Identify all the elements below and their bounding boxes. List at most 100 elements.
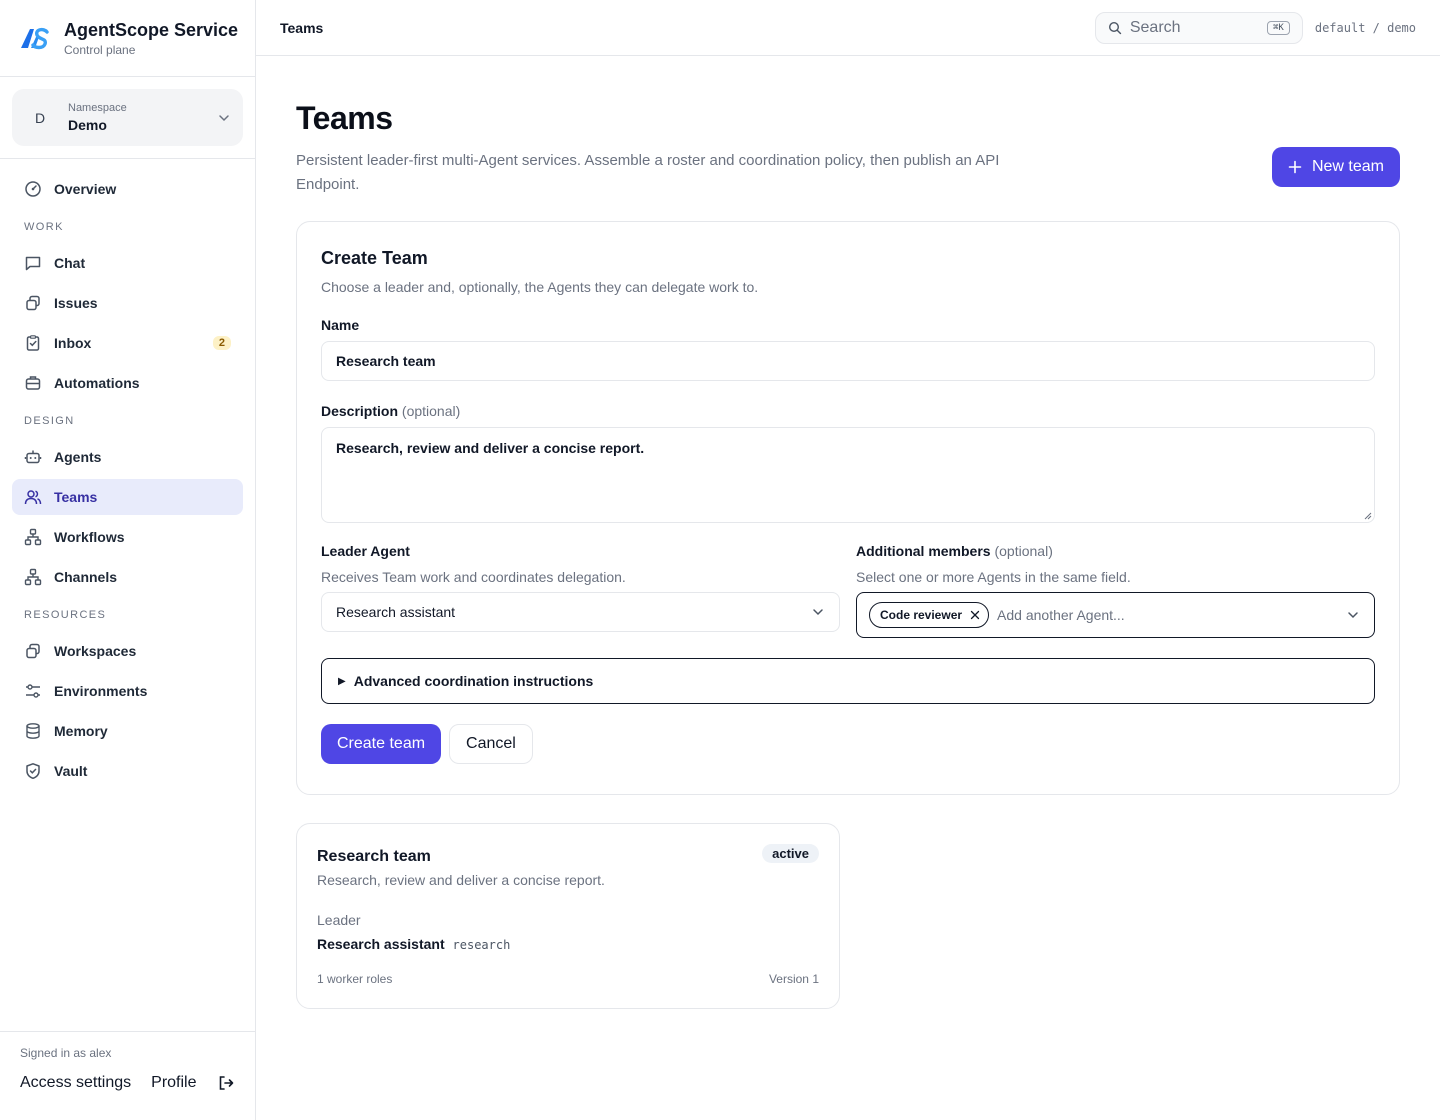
description-field[interactable]: Research, review and deliver a concise r… — [321, 427, 1375, 523]
workflow-icon — [24, 528, 42, 546]
topbar-title: Teams — [280, 19, 324, 36]
page-title: Teams — [296, 100, 393, 136]
members-label-text: Additional members — [856, 543, 991, 559]
robot-icon — [24, 450, 42, 464]
name-label: Name — [321, 317, 360, 333]
search-input[interactable]: Search ⌘K — [1094, 11, 1303, 44]
context-breadcrumb: default / demo — [1314, 20, 1416, 35]
sidebar-item-label: Channels — [54, 569, 118, 585]
sidebar-item-overview[interactable]: Overview — [12, 171, 243, 207]
leader-heading: Leader — [317, 912, 361, 928]
sidebar-item-label: Overview — [54, 181, 117, 197]
status-badge: active — [762, 844, 819, 863]
logout-icon[interactable] — [217, 1074, 235, 1092]
team-name: Research team — [317, 848, 431, 865]
leader-slug: research — [452, 938, 511, 952]
sidebar-item-workflows[interactable]: Workflows — [12, 519, 243, 555]
leader-info: Research assistant research — [317, 936, 819, 952]
sidebar-item-memory[interactable]: Memory — [12, 713, 243, 749]
sidebar-item-label: Inbox — [54, 335, 92, 351]
topbar: Teams Search ⌘K default / demo — [256, 0, 1440, 56]
automations-icon — [25, 376, 41, 390]
sidebar-item-label: Vault — [54, 763, 88, 779]
sidebar-nav: Overview WORK Chat Issues Inbox 2 Automa… — [0, 159, 255, 789]
sidebar-item-label: Workspaces — [54, 643, 137, 659]
members-multiselect[interactable]: Code reviewer Add another Agent... — [856, 592, 1375, 638]
search-shortcut: ⌘K — [1267, 20, 1290, 35]
inbox-count-badge: 2 — [212, 336, 231, 350]
issues-icon — [26, 295, 40, 311]
member-chip-label: Code reviewer — [880, 608, 963, 622]
chevron-down-icon — [813, 609, 823, 616]
gauge-icon — [25, 181, 41, 197]
sidebar-item-channels[interactable]: Channels — [12, 559, 243, 595]
form-title: Create Team — [321, 248, 428, 268]
sidebar-item-label: Memory — [54, 723, 108, 739]
optional-hint: (optional) — [994, 543, 1053, 559]
chevron-down-icon — [1348, 612, 1358, 619]
leader-name: Research assistant — [317, 936, 445, 952]
team-description: Research, review and deliver a concise r… — [317, 872, 605, 888]
leader-help: Receives Team work and coordinates deleg… — [321, 569, 626, 585]
member-chip: Code reviewer — [869, 602, 990, 628]
database-icon — [26, 723, 40, 739]
create-team-form: Create Team Choose a leader and, optiona… — [296, 221, 1400, 795]
nav-section-work: WORK — [24, 221, 64, 233]
optional-hint: (optional) — [401, 403, 461, 419]
nav-section-resources: RESOURCES — [24, 609, 107, 621]
worker-roles-count: 1 worker roles — [317, 972, 393, 986]
channels-icon — [24, 568, 42, 586]
members-placeholder: Add another Agent... — [997, 607, 1125, 623]
team-card[interactable]: Research team active Research, review an… — [296, 823, 840, 1009]
namespace-label: Namespace — [68, 102, 127, 114]
chat-icon — [25, 256, 41, 271]
sidebar-item-vault[interactable]: Vault — [12, 753, 243, 789]
advanced-instructions-toggle[interactable]: ▶ Advanced coordination instructions — [321, 658, 1375, 704]
disclosure-triangle-icon: ▶ — [338, 675, 346, 687]
sidebar-item-label: Automations — [54, 375, 140, 391]
sidebar-item-environments[interactable]: Environments — [12, 673, 243, 709]
create-team-button[interactable]: Create team — [321, 724, 442, 764]
sidebar-footer: Signed in as alex Access settings Profil… — [0, 1031, 255, 1120]
plus-icon — [1288, 160, 1302, 174]
sidebar-item-agents[interactable]: Agents — [12, 439, 243, 475]
close-icon[interactable] — [970, 610, 980, 620]
sidebar-item-issues[interactable]: Issues — [12, 285, 243, 321]
resize-handle-icon[interactable] — [1362, 510, 1372, 520]
namespace-switcher[interactable]: D Namespace Demo — [12, 89, 243, 146]
sidebar-item-chat[interactable]: Chat — [12, 245, 243, 281]
sidebar-item-workspaces[interactable]: Workspaces — [12, 633, 243, 669]
new-team-label: New team — [1311, 158, 1384, 175]
name-field[interactable]: Research team — [321, 341, 1375, 381]
sliders-icon — [26, 684, 40, 698]
nav-section-design: DESIGN — [24, 415, 75, 427]
members-label: Additional members (optional) — [856, 543, 1375, 559]
shield-icon — [26, 763, 40, 780]
profile-link[interactable]: Profile — [151, 1074, 196, 1092]
sidebar-item-label: Environments — [54, 683, 148, 699]
new-team-button[interactable]: New team — [1271, 147, 1400, 187]
brand-name: AgentScope Service — [64, 20, 239, 40]
page-description: Persistent leader-first multi-Agent serv… — [296, 152, 1000, 193]
brand: AgentScope Service Control plane — [0, 0, 255, 77]
sidebar-item-teams[interactable]: Teams — [12, 479, 243, 515]
sidebar-item-label: Chat — [54, 255, 86, 271]
sidebar-item-label: Issues — [54, 295, 98, 311]
chevron-down-icon — [219, 114, 229, 121]
description-label-text: Description — [321, 403, 399, 419]
leader-agent-select[interactable]: Research assistant — [321, 592, 840, 632]
namespace-value: Demo — [68, 117, 107, 133]
sidebar-item-inbox[interactable]: Inbox 2 — [12, 325, 243, 361]
sidebar-item-automations[interactable]: Automations — [12, 365, 243, 401]
sidebar-item-label: Teams — [54, 489, 98, 505]
advanced-instructions-label: Advanced coordination instructions — [353, 673, 594, 689]
namespace-avatar: D — [34, 109, 46, 126]
team-version: Version 1 — [768, 972, 819, 986]
members-help: Select one or more Agents in the same fi… — [856, 569, 1131, 585]
access-settings-link[interactable]: Access settings — [20, 1074, 131, 1092]
inbox-icon — [26, 335, 40, 351]
sidebar-item-label: Workflows — [54, 529, 125, 545]
cancel-button[interactable]: Cancel — [449, 724, 533, 764]
name-field-value: Research team — [336, 353, 436, 369]
description-field-value: Research, review and deliver a concise r… — [336, 440, 645, 456]
